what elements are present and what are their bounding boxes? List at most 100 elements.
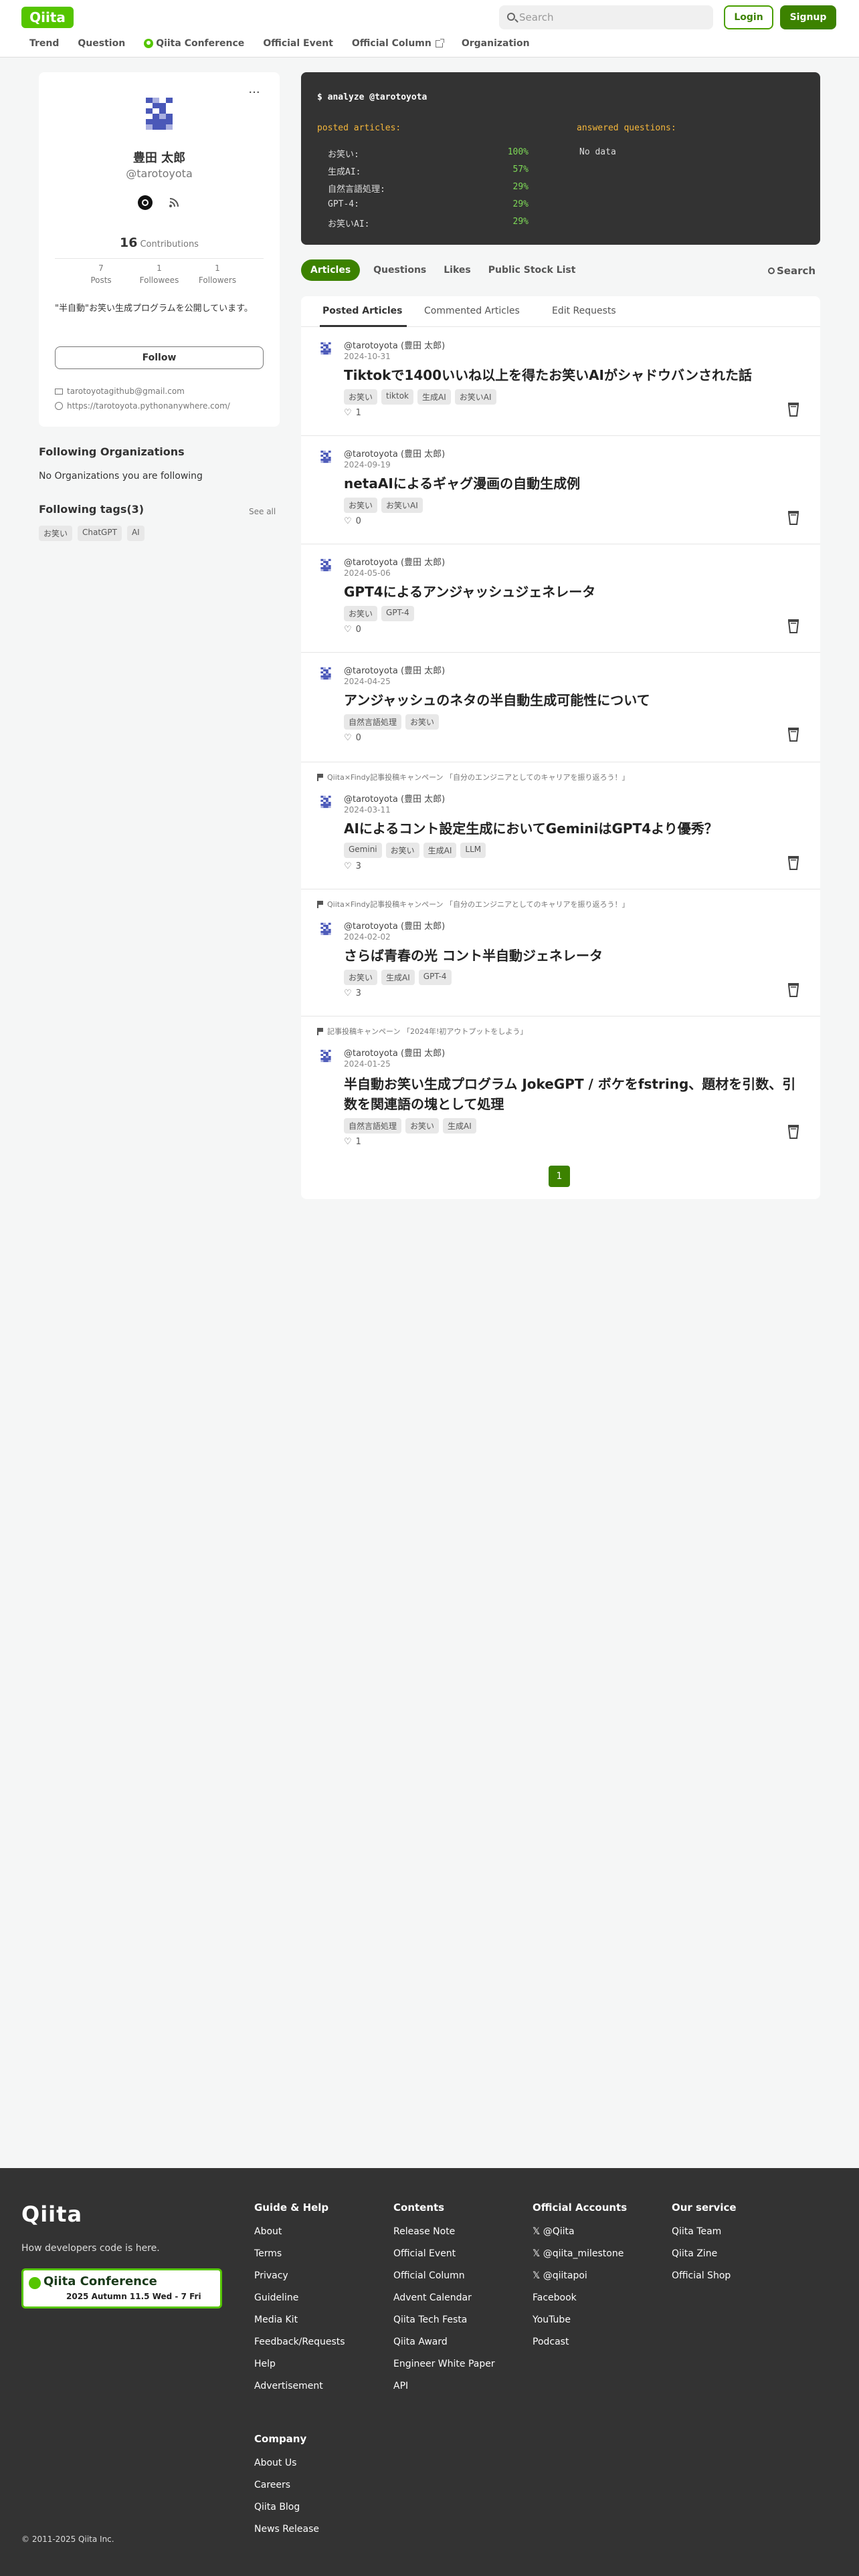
stat-followers[interactable]: 1 Followers	[187, 262, 248, 286]
footer-link[interactable]: Advertisement	[254, 2381, 345, 2403]
tag[interactable]: GPT-4	[381, 606, 414, 621]
article-title[interactable]: 半自動お笑い生成プログラム JokeGPT / ボケをfstring、題材を引数…	[344, 1074, 799, 1114]
footer-link[interactable]: Official Column	[393, 2271, 495, 2293]
footer-link[interactable]: Help	[254, 2359, 345, 2381]
qiita-conference-banner[interactable]: Qiita Conference 2025 Autumn 11.5 Wed - …	[21, 2268, 222, 2309]
footer-link[interactable]: Official Event	[393, 2249, 495, 2271]
footer-link[interactable]: 𝕏 @qiitapoi	[533, 2271, 627, 2293]
footer-link[interactable]: News Release	[254, 2525, 319, 2547]
tag[interactable]: お笑い	[344, 498, 378, 513]
pagination-page[interactable]: 1	[549, 1166, 570, 1187]
footer-link[interactable]: Qiita Blog	[254, 2502, 319, 2525]
stock-icon[interactable]	[787, 982, 800, 998]
tag[interactable]: GPT-4	[418, 970, 452, 985]
search-input[interactable]	[519, 5, 706, 29]
article-author[interactable]: @tarotoyota (豊田 太郎)	[344, 1046, 445, 1059]
footer-link[interactable]: Qiita Zine	[672, 2249, 737, 2271]
rss-icon[interactable]	[169, 197, 179, 208]
footer-link[interactable]: Terms	[254, 2249, 345, 2271]
stock-icon[interactable]	[787, 726, 800, 742]
article-item[interactable]: @tarotoyota (豊田 太郎) 2024-04-25 アンジャッシュのネ…	[301, 653, 820, 762]
stock-icon[interactable]	[787, 1123, 800, 1140]
footer-link[interactable]: 𝕏 @Qiita	[533, 2227, 627, 2249]
footer-link[interactable]: About Us	[254, 2458, 319, 2480]
tag[interactable]: 生成AI	[381, 970, 415, 985]
subtab-commented-articles[interactable]: Commented Articles	[424, 306, 520, 316]
article-item[interactable]: Qiita×Findy記事投稿キャンペーン 「自分のエンジニアとしてのキャリアを…	[301, 889, 820, 1016]
nav-qiita-conference[interactable]: Qiita Conference	[144, 35, 244, 51]
footer-link[interactable]: Facebook	[533, 2293, 627, 2315]
subtab-posted-articles[interactable]: Posted Articles	[322, 306, 402, 316]
tag[interactable]: 生成AI	[443, 1118, 476, 1134]
nav-question[interactable]: Question	[78, 35, 125, 51]
footer-link[interactable]: Advent Calendar	[393, 2293, 495, 2315]
profile-email[interactable]: tarotoyotagithub@gmail.com	[55, 387, 185, 396]
footer-link[interactable]: Engineer White Paper	[393, 2359, 495, 2381]
campaign-label[interactable]: Qiita×Findy記事投稿キャンペーン 「自分のエンジニアとしてのキャリアを…	[317, 899, 629, 909]
stat-posts[interactable]: 7 Posts	[71, 262, 131, 286]
tag[interactable]: お笑い	[344, 389, 378, 405]
footer-link[interactable]: Podcast	[533, 2337, 627, 2359]
tab-likes[interactable]: Likes	[444, 265, 470, 276]
tag[interactable]: お笑い	[344, 970, 378, 985]
footer-link[interactable]: Qiita Tech Festa	[393, 2315, 495, 2337]
article-author[interactable]: @tarotoyota (豊田 太郎)	[344, 663, 445, 676]
article-item[interactable]: 記事投稿キャンペーン 「2024年!初アウトプットをしよう」 @tarotoyo…	[301, 1016, 820, 1150]
article-item[interactable]: @tarotoyota (豊田 太郎) 2024-09-19 netaAIによる…	[301, 436, 820, 544]
more-options-icon[interactable]: ···	[246, 87, 262, 99]
footer-link[interactable]: YouTube	[533, 2315, 627, 2337]
login-button[interactable]: Login	[724, 5, 773, 29]
footer-link[interactable]: Release Note	[393, 2227, 495, 2249]
article-author[interactable]: @tarotoyota (豊田 太郎)	[344, 447, 445, 459]
nav-trend[interactable]: Trend	[29, 35, 59, 51]
article-author[interactable]: @tarotoyota (豊田 太郎)	[344, 555, 445, 568]
footer-link[interactable]: Qiita Team	[672, 2227, 737, 2249]
articles-search-button[interactable]: Search	[768, 265, 816, 277]
tag[interactable]: お笑い	[39, 526, 73, 541]
search-box[interactable]	[499, 5, 713, 29]
tag[interactable]: AI	[126, 526, 145, 541]
article-author[interactable]: @tarotoyota (豊田 太郎)	[344, 919, 445, 932]
article-title[interactable]: netaAIによるギャグ漫画の自動生成例	[344, 473, 779, 494]
follow-button[interactable]: Follow	[55, 346, 264, 369]
stock-icon[interactable]	[787, 401, 800, 417]
campaign-label[interactable]: 記事投稿キャンペーン 「2024年!初アウトプットをしよう」	[317, 1026, 527, 1037]
footer-logo[interactable]: Qiita	[21, 2202, 82, 2227]
tag[interactable]: tiktok	[381, 389, 413, 405]
nav-organization[interactable]: Organization	[462, 35, 530, 51]
footer-link[interactable]: Official Shop	[672, 2271, 737, 2293]
avatar[interactable]	[317, 920, 335, 938]
avatar[interactable]	[317, 556, 335, 574]
avatar[interactable]	[317, 665, 335, 682]
article-title[interactable]: AIによるコント設定生成においてGeminiはGPT4より優秀？	[344, 819, 779, 839]
tag[interactable]: ChatGPT	[78, 526, 122, 541]
article-item[interactable]: @tarotoyota (豊田 太郎) 2024-10-31 Tiktokで14…	[301, 328, 820, 436]
article-title[interactable]: さらば青春の光 コント半自動ジェネレータ	[344, 946, 779, 966]
tag[interactable]: お笑いAI	[454, 389, 496, 405]
avatar[interactable]	[317, 340, 335, 357]
article-title[interactable]: Tiktokで1400いいね以上を得たお笑いAIがシャドウバンされた話	[344, 365, 779, 385]
tab-articles[interactable]: Articles	[301, 259, 361, 281]
footer-link[interactable]: Qiita Award	[393, 2337, 495, 2359]
footer-link[interactable]: Media Kit	[254, 2315, 345, 2337]
footer-link[interactable]: Guideline	[254, 2293, 345, 2315]
tag[interactable]: お笑い	[385, 843, 419, 858]
nav-official-event[interactable]: Official Event	[263, 35, 333, 51]
subtab-edit-requests[interactable]: Edit Requests	[552, 306, 616, 316]
profile-website[interactable]: https://tarotoyota.pythonanywhere.com/	[55, 401, 230, 411]
tab-public-stock-list[interactable]: Public Stock List	[488, 265, 576, 276]
tag[interactable]: 自然言語処理	[344, 714, 402, 730]
article-item[interactable]: Qiita×Findy記事投稿キャンペーン 「自分のエンジニアとしてのキャリアを…	[301, 762, 820, 889]
tag[interactable]: お笑い	[405, 1118, 440, 1134]
avatar[interactable]	[317, 793, 335, 811]
footer-link[interactable]: About	[254, 2227, 345, 2249]
qiita-logo[interactable]: Qiita	[21, 7, 74, 28]
stat-followees[interactable]: 1 Followees	[129, 262, 189, 286]
stock-icon[interactable]	[787, 510, 800, 526]
article-author[interactable]: @tarotoyota (豊田 太郎)	[344, 338, 445, 351]
article-author[interactable]: @tarotoyota (豊田 太郎)	[344, 792, 445, 804]
tag[interactable]: 生成AI	[417, 389, 451, 405]
campaign-label[interactable]: Qiita×Findy記事投稿キャンペーン 「自分のエンジニアとしてのキャリアを…	[317, 772, 629, 782]
footer-link[interactable]: Feedback/Requests	[254, 2337, 345, 2359]
tag[interactable]: お笑い	[344, 606, 378, 621]
